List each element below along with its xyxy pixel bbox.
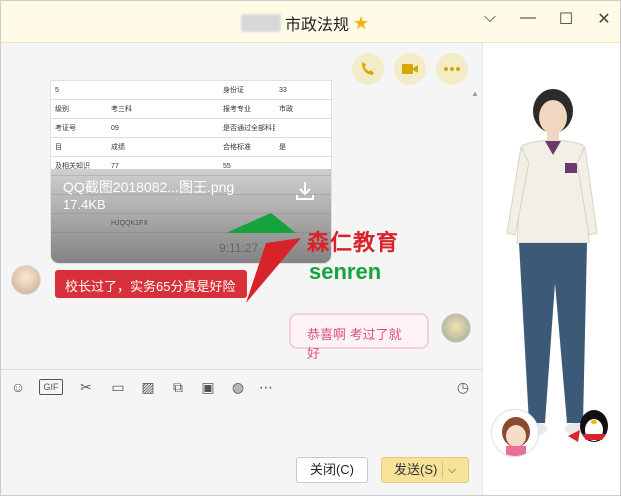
file-name: QQ截图2018082...图王.png [63, 179, 235, 195]
more-tools-icon[interactable]: ⋯ [257, 378, 275, 396]
maximize-button[interactable]: ☐ [558, 9, 574, 29]
table-cell: 5 [55, 86, 59, 94]
image-icon[interactable]: ▨ [139, 378, 157, 396]
title-bar: 市政法规 ★ ⌵ — ☐ ✕ [1, 1, 620, 43]
table-cell: 合格标准 [223, 144, 251, 151]
chat-area[interactable]: ▲ 5 身份证 33 级别 考三科 报考专业 市政考证号 09 是否通过全部科目目 成绩 合格标准 是… [1, 43, 482, 369]
call-actions [352, 53, 468, 85]
phone-icon [362, 62, 374, 75]
gif-icon[interactable]: GIF [39, 379, 63, 395]
contact-avatar[interactable] [11, 265, 41, 295]
shake-icon[interactable]: ⧉ [169, 378, 187, 396]
table-row: 5 身份证 33 [51, 81, 331, 100]
close-button[interactable]: 关闭(C) [296, 457, 368, 483]
table-cell: 考三科 [111, 106, 132, 113]
minimize-button[interactable]: — [520, 9, 536, 29]
table-cell: 是 [279, 144, 286, 151]
message-bubble-received[interactable]: 校长过了，实务65分真是好险 [55, 270, 247, 298]
table-cell: 级别 [55, 106, 69, 113]
window-title: 市政法规 ★ [241, 11, 369, 35]
more-icon [444, 67, 460, 71]
qq-penguin-icon[interactable] [566, 406, 614, 448]
table-cell: 成绩 [111, 144, 125, 151]
table-cell: 身份证 [223, 87, 244, 94]
table-cell: 33 [279, 86, 287, 94]
message-bubble-sent[interactable]: 恭喜啊 考过了就好 [289, 313, 429, 361]
red-packet-icon[interactable]: ▣ [199, 378, 217, 396]
title-text: 市政法规 [285, 17, 350, 34]
blurred-name [241, 14, 281, 32]
table-cell: 考证号 [55, 125, 76, 132]
send-options-icon[interactable]: ⌵ [448, 458, 456, 482]
scroll-up-icon[interactable]: ▲ [471, 89, 479, 98]
send-divider [442, 462, 443, 478]
table-cell: 09 [111, 124, 119, 132]
chat-window: 市政法规 ★ ⌵ — ☐ ✕ ▲ 5 身份证 33 级别 考三科 报考专业 市政考证号 09 是… [0, 0, 621, 496]
star-icon[interactable]: ★ [353, 13, 369, 34]
watermark-chinese: 森仁教育 [307, 230, 400, 255]
music-icon[interactable]: ◍ [229, 378, 247, 396]
table-cell: 市政 [279, 106, 293, 113]
scissors-icon[interactable]: ✂ [77, 378, 95, 396]
watermark-english: senren [309, 259, 382, 284]
video-call-button[interactable] [394, 53, 426, 85]
voice-call-button[interactable] [352, 53, 384, 85]
folder-icon[interactable]: ▭ [109, 378, 127, 396]
file-size: 17.4KB [63, 197, 106, 212]
close-window-button[interactable]: ✕ [596, 9, 612, 29]
girl-avatar-icon [492, 410, 538, 456]
send-label: 发送(S) [394, 462, 438, 477]
table-cell: 报考专业 [223, 106, 251, 113]
more-button[interactable] [436, 53, 468, 85]
table-row: 目 成绩 合格标准 是 [51, 138, 331, 157]
my-avatar[interactable] [441, 313, 471, 343]
table-cell: 目 [55, 144, 62, 151]
table-cell: 是否通过全部科目 [223, 125, 275, 132]
history-icon[interactable]: ◷ [454, 378, 472, 396]
input-toolbar: ☺ GIF ✂ ▭ ▨ ⧉ ▣ ◍ ⋯ ◷ [1, 369, 482, 403]
table-row: 考证号 09 是否通过全部科目 [51, 119, 331, 138]
video-icon [402, 64, 418, 74]
contact-show-avatar[interactable] [491, 409, 539, 457]
send-button[interactable]: 发送(S) ⌵ [381, 457, 469, 483]
emoji-icon[interactable]: ☺ [9, 378, 27, 396]
download-icon[interactable] [293, 179, 317, 203]
window-controls: ⌵ — ☐ ✕ [482, 9, 612, 29]
table-row: 级别 考三科 报考专业 市政 [51, 100, 331, 119]
dropdown-button[interactable]: ⌵ [482, 9, 498, 29]
